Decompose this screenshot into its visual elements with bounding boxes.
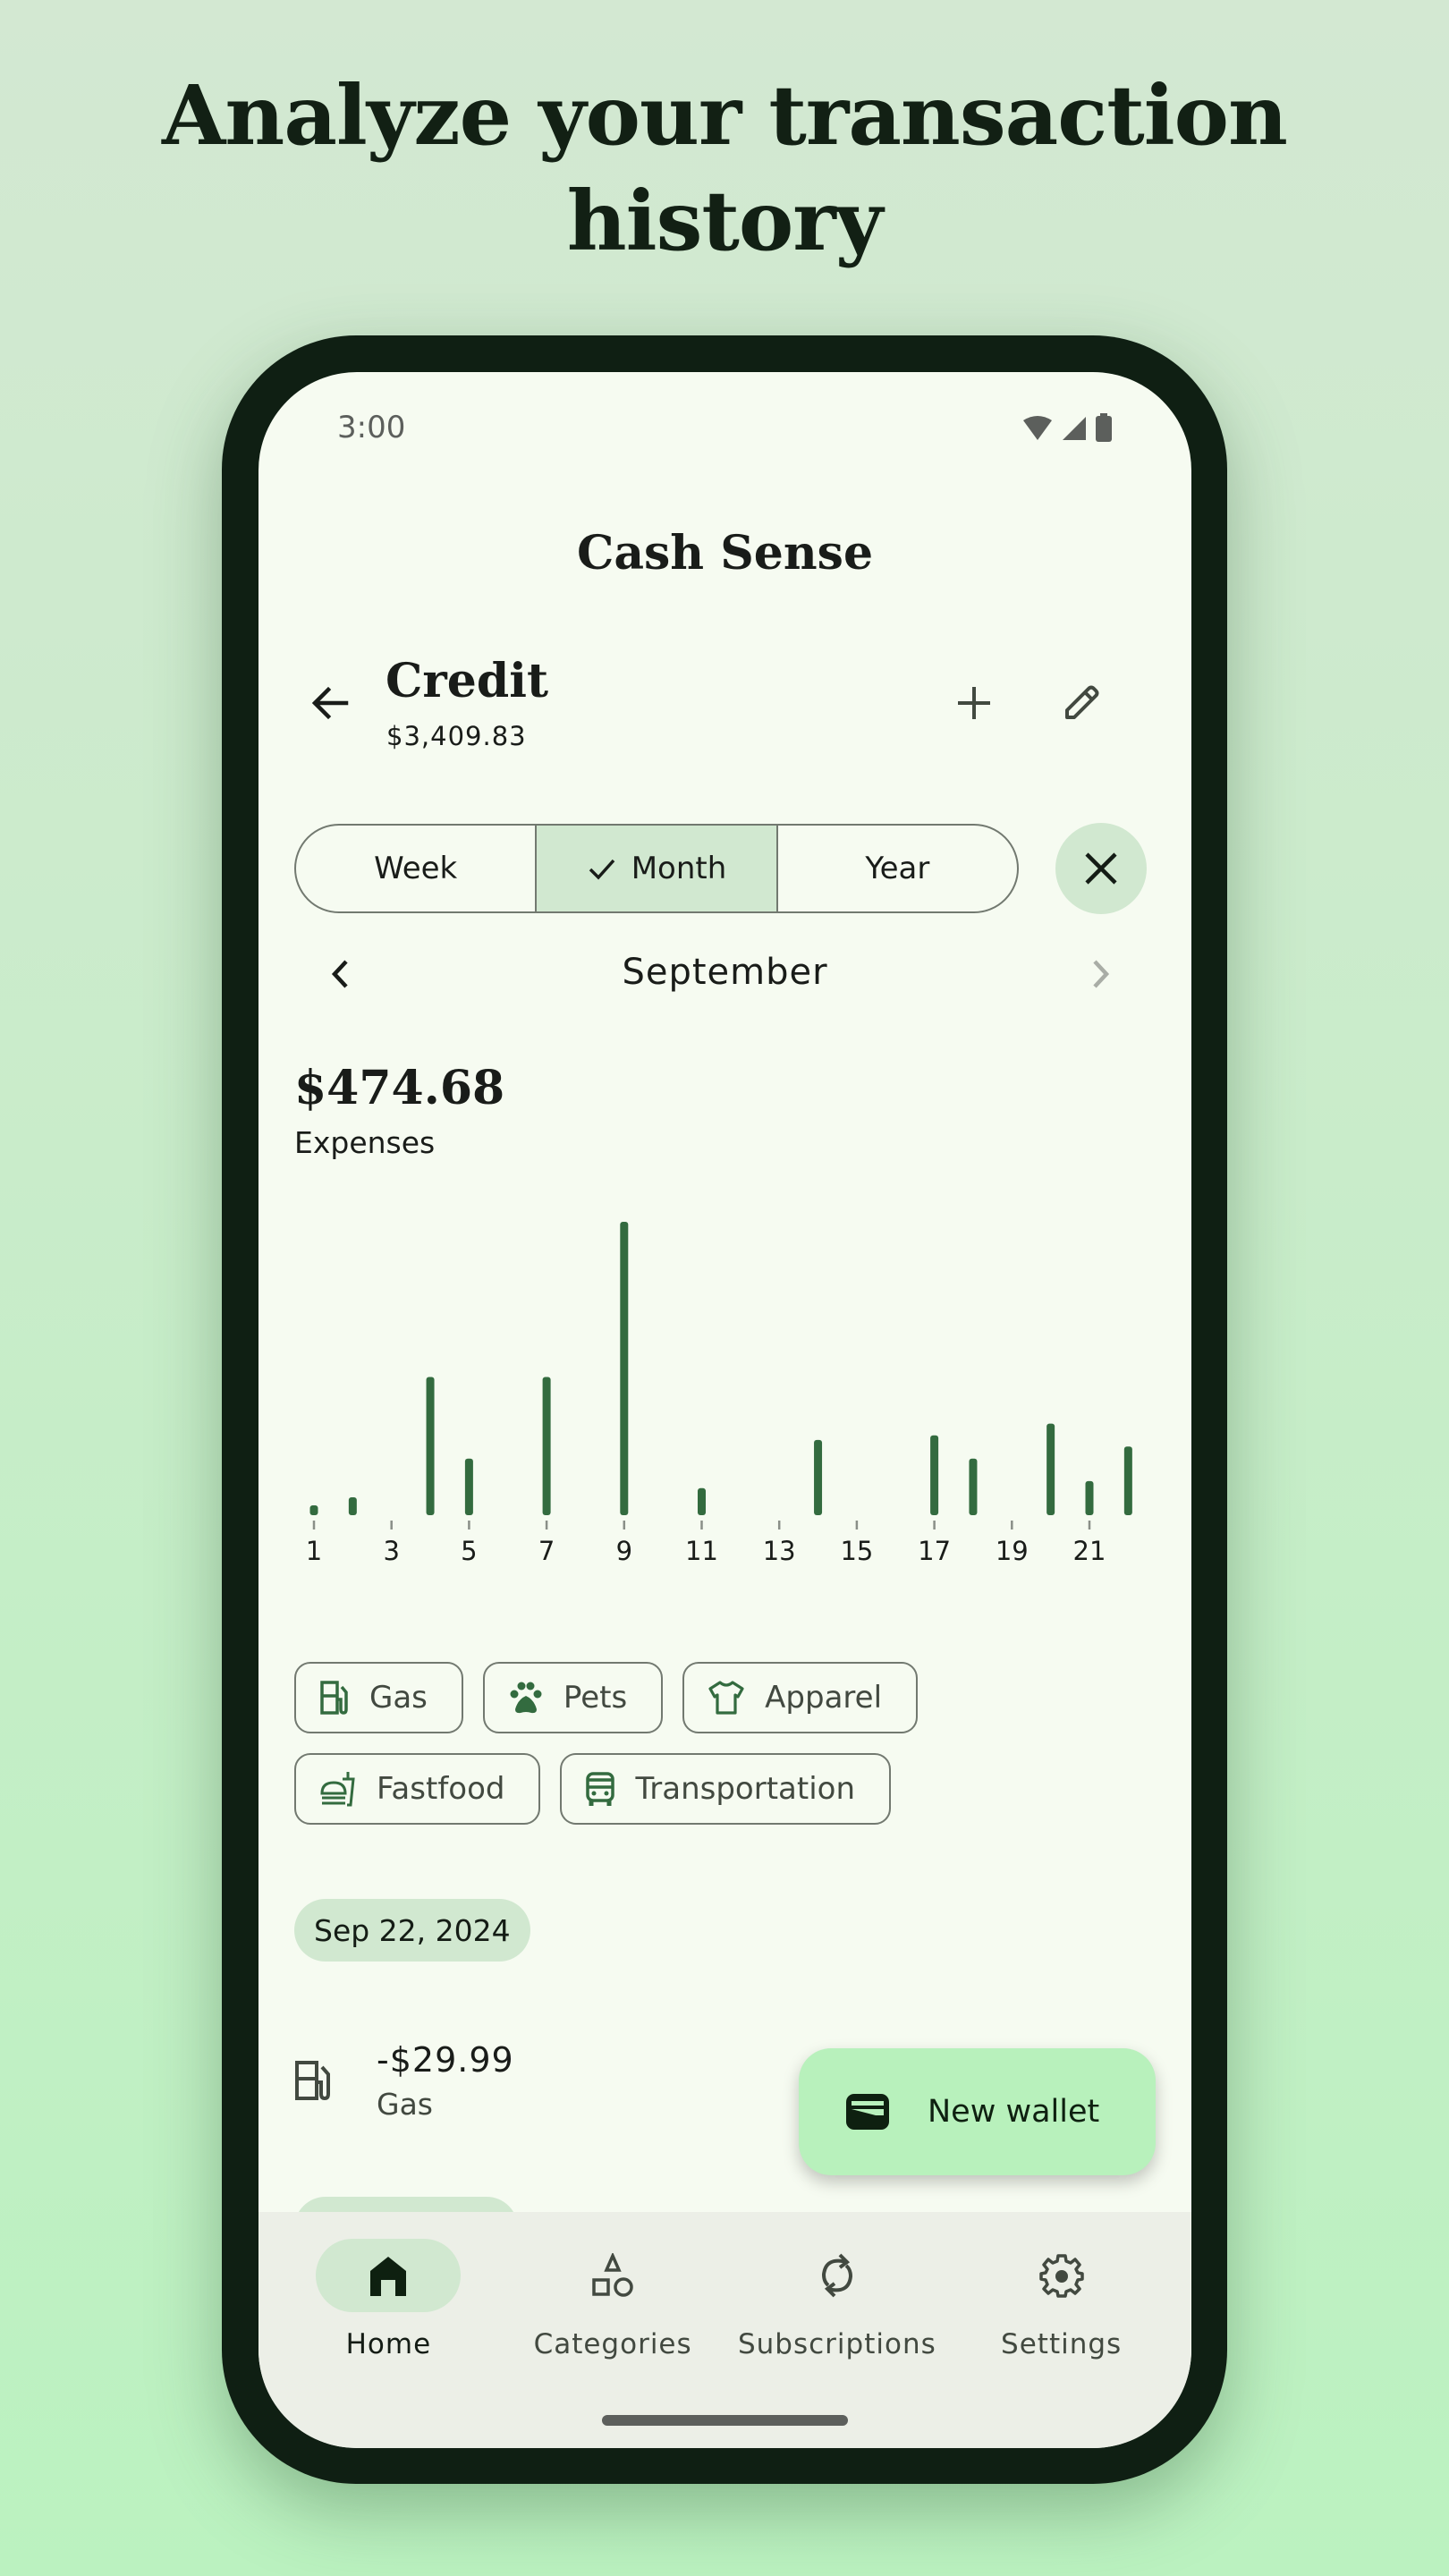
chip-label: Transportation — [635, 1771, 855, 1807]
chart-tick-label: 5 — [461, 1536, 477, 1566]
period-selector: Week Month Year — [294, 824, 1019, 913]
back-button[interactable] — [294, 667, 366, 739]
edit-wallet-button[interactable] — [1046, 667, 1117, 739]
chart-tick-label: 11 — [685, 1536, 718, 1566]
period-week-label: Week — [374, 851, 458, 886]
close-filter-button[interactable] — [1055, 823, 1147, 914]
period-year[interactable]: Year — [775, 826, 1017, 911]
chart-tick-label: 17 — [918, 1536, 951, 1566]
chart-bar-day-9 — [620, 1222, 629, 1515]
chip-fastfood[interactable]: Fastfood — [294, 1753, 541, 1825]
chart-tick-label: 7 — [538, 1536, 555, 1566]
chip-pets[interactable]: Pets — [482, 1662, 664, 1733]
signal-icon — [1063, 417, 1086, 440]
chip-transportation[interactable]: Transportation — [560, 1753, 891, 1825]
chart-bar-day-22 — [1123, 1446, 1132, 1515]
chip-label: Fastfood — [377, 1771, 505, 1807]
nav-categories[interactable]: Categories — [501, 2212, 725, 2448]
expenses-label: Expenses — [294, 1125, 436, 1160]
chart-bar-day-11 — [698, 1487, 706, 1515]
wallet-balance: $3,409.83 — [386, 721, 527, 751]
daily-expenses-chart: 1 3 5 7 9 11 13 15 17 19 21 — [306, 1222, 1132, 1566]
chart-bar-day-20 — [1046, 1423, 1055, 1515]
check-icon — [589, 859, 615, 880]
chart-bar-day-17 — [930, 1435, 939, 1515]
chip-apparel[interactable]: Apparel — [682, 1662, 919, 1733]
period-month-label: Month — [631, 851, 727, 886]
chart-tick-label: 1 — [306, 1536, 322, 1566]
gas-station-icon — [320, 1681, 348, 1715]
gear-icon — [1038, 2254, 1084, 2298]
chart-bar-day-21 — [1085, 1480, 1094, 1515]
battery-icon — [1096, 413, 1112, 442]
nav-home[interactable]: Home — [276, 2212, 501, 2448]
add-transaction-button[interactable] — [938, 667, 1010, 739]
month-label: September — [622, 952, 828, 993]
period-year-label: Year — [865, 851, 930, 886]
nav-settings-label: Settings — [1001, 2328, 1123, 2360]
chart-bar-day-18 — [969, 1458, 978, 1515]
chart-tick-label: 9 — [616, 1536, 632, 1566]
expenses-total: $474.68 — [294, 1061, 505, 1115]
nav-home-indicator — [316, 2239, 462, 2312]
transaction-category: Gas — [377, 2086, 433, 2122]
home-icon — [370, 2257, 407, 2296]
chart-tick-label: 3 — [383, 1536, 399, 1566]
nav-settings[interactable]: Settings — [949, 2212, 1174, 2448]
pencil-icon — [1065, 685, 1099, 719]
status-icons — [1021, 413, 1113, 442]
transaction-details: -$29.99 Gas — [377, 2040, 514, 2122]
chip-label: Apparel — [765, 1680, 883, 1716]
nav-categories-label: Categories — [533, 2328, 692, 2360]
promo-headline: Analyze your transaction history — [0, 63, 1449, 274]
shapes-icon — [592, 2253, 633, 2297]
wallet-name: Credit — [386, 654, 548, 708]
chart-bar-day-7 — [542, 1377, 551, 1515]
app-screen: 3:00 Cash Sense Credit $3,409.83 Week Mo… — [258, 372, 1191, 2448]
plus-icon — [958, 687, 990, 719]
nav-subscriptions-label: Subscriptions — [737, 2328, 936, 2360]
new-wallet-button[interactable]: New wallet — [799, 2048, 1156, 2175]
chart-bar-day-14 — [814, 1439, 823, 1515]
status-time: 3:00 — [337, 410, 406, 445]
close-icon — [1085, 852, 1117, 885]
chart-tick-label: 13 — [763, 1536, 796, 1566]
paw-icon — [510, 1682, 542, 1714]
chart-bar-day-2 — [348, 1497, 357, 1515]
chart-bar-day-5 — [464, 1458, 473, 1515]
transaction-amount: -$29.99 — [377, 2039, 514, 2080]
chart-bar-day-4 — [426, 1377, 435, 1515]
headline-line-1: Analyze your transaction — [162, 67, 1288, 164]
chart-bar-day-1 — [309, 1504, 318, 1515]
chart-tick-label: 21 — [1073, 1536, 1106, 1566]
app-title: Cash Sense — [576, 526, 874, 580]
wallet-icon — [846, 2094, 889, 2130]
wifi-icon — [1023, 416, 1052, 440]
chevron-right-icon — [1093, 960, 1110, 988]
transaction-row[interactable]: -$29.99 Gas — [294, 2031, 741, 2130]
chart-tick-label: 19 — [996, 1536, 1029, 1566]
chip-label: Gas — [369, 1680, 428, 1716]
gas-station-icon — [295, 2061, 330, 2101]
phone-frame: 3:00 Cash Sense Credit $3,409.83 Week Mo… — [222, 335, 1227, 2484]
chart-tick-label: 15 — [840, 1536, 873, 1566]
period-week[interactable]: Week — [296, 826, 535, 911]
nav-subscriptions[interactable]: Subscriptions — [725, 2212, 950, 2448]
shirt-icon — [708, 1681, 744, 1715]
nav-home-label: Home — [345, 2328, 432, 2360]
date-header: Sep 22, 2024 — [294, 1899, 530, 1962]
bottom-navigation: Home Categories Subscriptions Settings — [258, 2212, 1191, 2448]
chip-gas[interactable]: Gas — [294, 1662, 463, 1733]
sync-icon — [821, 2253, 852, 2298]
period-month[interactable]: Month — [535, 826, 776, 911]
arrow-back-icon — [311, 686, 349, 720]
bus-icon — [586, 1772, 615, 1806]
gesture-home-indicator[interactable] — [602, 2415, 848, 2426]
fastfood-icon — [320, 1772, 355, 1807]
new-wallet-label: New wallet — [928, 2094, 1100, 2130]
category-chips: Gas Pets Apparel Fastfood Transportation — [294, 1662, 1153, 1825]
chip-label: Pets — [563, 1680, 628, 1716]
next-month-button[interactable] — [1073, 947, 1127, 1001]
headline-line-2: history — [566, 173, 883, 269]
